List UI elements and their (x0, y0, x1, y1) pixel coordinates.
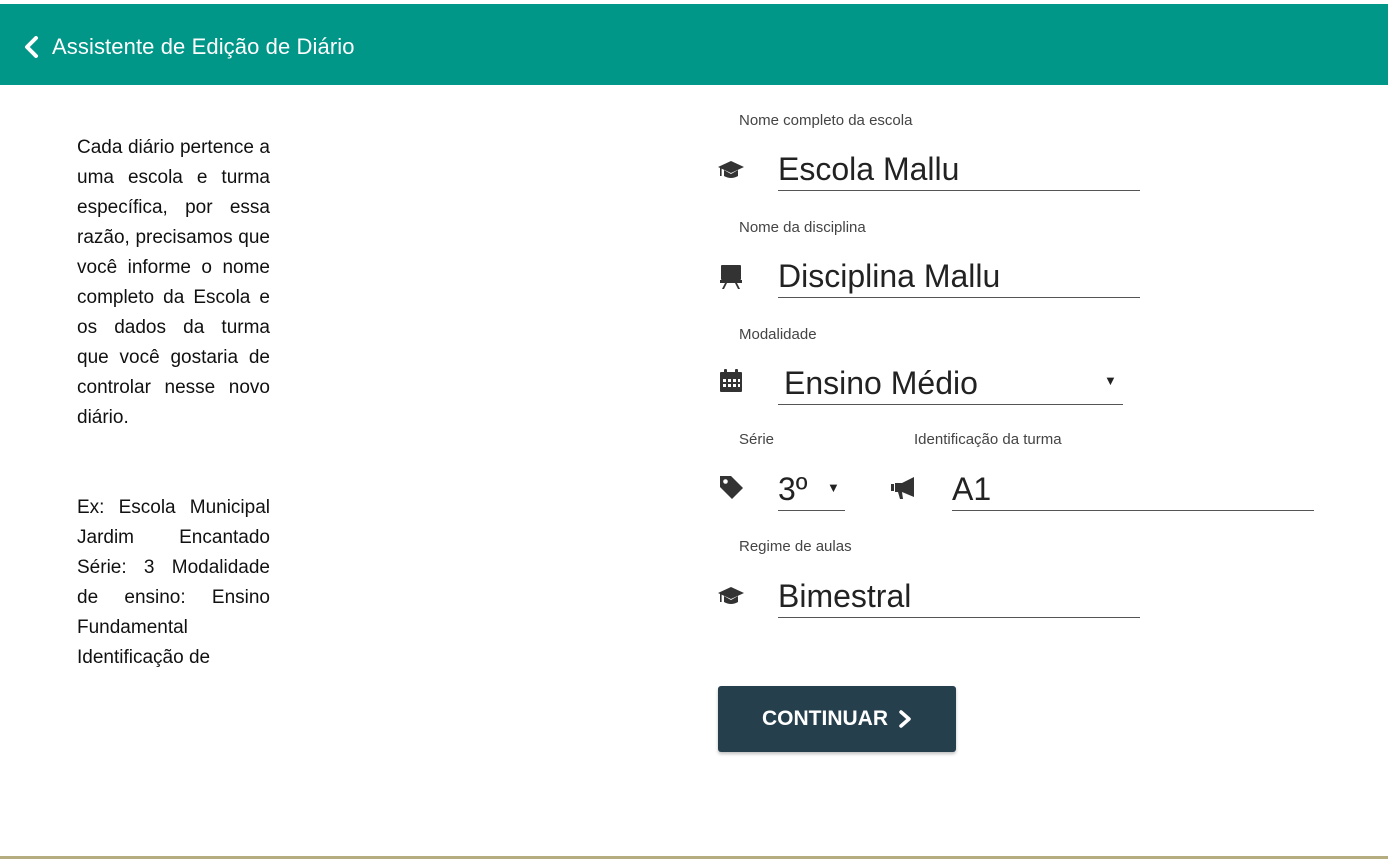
modality-label: Modalidade (739, 326, 817, 343)
regime-input[interactable]: Bimestral (778, 576, 1140, 618)
school-name-input[interactable]: Escola Mallu (778, 149, 1140, 191)
megaphone-icon (889, 472, 919, 502)
modality-select-value: Ensino Médio (784, 365, 978, 401)
intro-paragraph: Cada diário pertence a uma escola e turm… (77, 137, 270, 428)
calendar-icon (716, 366, 746, 396)
subject-label: Nome da disciplina (739, 219, 866, 236)
intro-text: Cada diário pertence a uma escola e turm… (77, 133, 270, 673)
chevron-left-icon (25, 36, 38, 58)
caret-down-icon: ▼ (1104, 373, 1117, 388)
chevron-right-icon (899, 710, 911, 728)
grade-select-value: 3º (778, 471, 808, 507)
example-paragraph: Ex: Escola Municipal Jardim Encantado Sé… (77, 497, 270, 668)
graduation-cap-icon (716, 154, 746, 184)
continue-button-label: CONTINUAR (762, 707, 888, 730)
easel-icon (716, 261, 746, 291)
regime-label: Regime de aulas (739, 538, 852, 555)
continue-button[interactable]: CONTINUAR (718, 686, 956, 752)
back-button[interactable]: Assistente de Edição de Diário (22, 30, 355, 64)
caret-down-icon: ▼ (827, 480, 840, 495)
class-id-input[interactable]: A1 (952, 469, 1314, 511)
subject-name-input[interactable]: Disciplina Mallu (778, 256, 1140, 298)
modality-select[interactable]: Ensino Médio (778, 363, 1123, 405)
graduation-cap-icon (716, 580, 746, 610)
page-title: Assistente de Edição de Diário (52, 34, 355, 59)
grade-label: Série (739, 431, 775, 448)
app-header: Assistente de Edição de Diário (0, 0, 1388, 85)
class-id-label: Identificação da turma (914, 431, 1062, 448)
tag-icon (716, 472, 746, 502)
school-label: Nome completo da escola (739, 112, 913, 129)
